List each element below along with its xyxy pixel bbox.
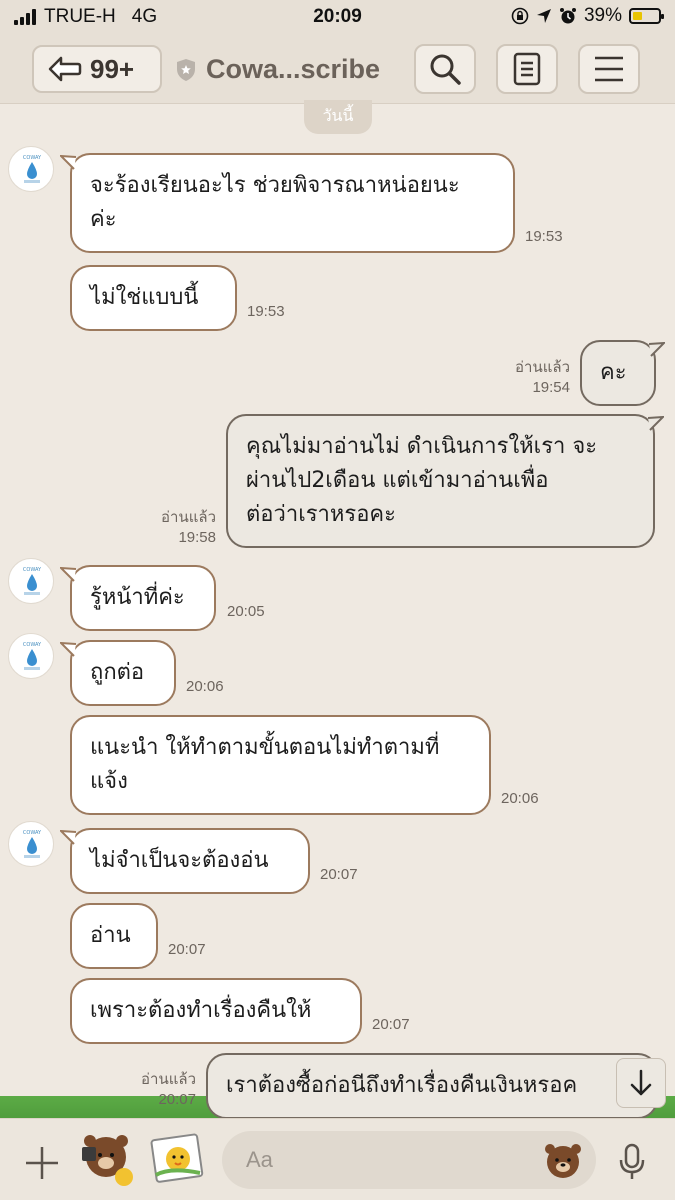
status-right: 39%	[511, 5, 664, 27]
avatar[interactable]: COWAY	[8, 821, 54, 867]
scroll-to-bottom-button[interactable]	[616, 1058, 666, 1108]
message-bubble[interactable]: ไม่ใช่แบบนี้	[70, 265, 237, 331]
battery-percent: 39%	[583, 5, 622, 26]
bubble-tail	[60, 567, 76, 582]
plus-icon[interactable]	[24, 1145, 60, 1181]
message-line: แจ้ง	[90, 769, 128, 794]
notes-button[interactable]	[496, 44, 558, 94]
status-bar: TRUE-H 4G 20:09 39%	[0, 0, 675, 34]
message-line: เราต้องซื้อก่อนีถึงทำเรื่องคืนเงินหรอค	[226, 1073, 578, 1098]
message-line: ถูกต่อ	[90, 660, 145, 685]
battery-icon	[629, 8, 664, 24]
battery-fill	[633, 12, 643, 20]
avatar[interactable]: COWAY	[8, 558, 54, 604]
message-line: ผ่านไป2เดือน แต่เข้ามาอ่านเพื่อ	[246, 468, 549, 493]
message-line: ค่ะ	[90, 207, 117, 232]
message-line: เพราะต้องทำเรื่องคืนให้	[90, 998, 312, 1023]
chat-title: Cowa...scribe	[206, 54, 381, 84]
message-time: 20:07	[158, 1091, 196, 1108]
date-separator: วันนี้	[304, 100, 372, 134]
message-bubble[interactable]: รู้หน้าที่ค่ะ	[70, 565, 216, 631]
message-line: ไม่จำเป็นจะต้องอ่น	[90, 848, 269, 873]
read-receipt: อ่านแล้ว 19:54	[500, 358, 570, 398]
menu-button[interactable]	[578, 44, 640, 94]
message-bubble[interactable]: คะ	[580, 340, 656, 406]
arrow-down-icon	[630, 1069, 652, 1096]
message-bubble[interactable]: คุณไม่มาอ่านไม่ ดำเนินการให้เรา จะ ผ่านไ…	[226, 414, 655, 548]
read-receipt: อ่านแล้ว 20:07	[122, 1070, 196, 1110]
chat-header: 99+ Cowa...scribe	[0, 34, 675, 104]
message-line: ต่อว่าเราหรอคะ	[246, 502, 396, 527]
search-button[interactable]	[414, 44, 476, 94]
lock-rotation-icon	[511, 7, 529, 25]
message-input[interactable]: Aa	[222, 1131, 596, 1189]
message-bubble[interactable]: ไม่จำเป็นจะต้องอ่น	[70, 828, 310, 894]
chat-title-wrap[interactable]: Cowa...scribe	[176, 54, 380, 85]
message-line: คุณไม่มาอ่านไม่ ดำเนินการให้เรา จะ	[246, 434, 598, 459]
shield-icon	[177, 58, 195, 81]
microphone-icon[interactable]	[618, 1143, 646, 1181]
read-label: อ่านแล้ว	[515, 359, 570, 376]
svg-text:COWAY: COWAY	[23, 642, 42, 648]
message-time: 19:53	[247, 303, 285, 320]
message-bubble[interactable]: เพราะต้องทำเรื่องคืนให้	[70, 978, 362, 1044]
message-line: คะ	[600, 360, 627, 385]
notes-icon	[513, 52, 541, 86]
message-bubble[interactable]: จะร้องเรียนอะไร ช่วยพิจารณาหน่อยนะ ค่ะ	[70, 153, 515, 253]
alarm-icon	[559, 8, 576, 24]
message-bubble[interactable]: ถูกต่อ	[70, 640, 176, 706]
message-line: จะร้องเรียนอะไร ช่วยพิจารณาหน่อยนะ	[90, 173, 460, 198]
bubble-tail	[60, 642, 76, 657]
read-label: อ่านแล้ว	[161, 509, 216, 526]
avatar[interactable]: COWAY	[8, 633, 54, 679]
brand-logo-icon: COWAY	[23, 155, 42, 183]
search-icon	[430, 54, 461, 85]
back-button[interactable]: 99+	[32, 45, 162, 93]
message-time: 20:07	[372, 1016, 410, 1033]
brand-logo-icon: COWAY	[23, 642, 42, 670]
message-time: 20:07	[168, 941, 206, 958]
message-line: ไม่ใช่แบบนี้	[90, 285, 199, 310]
message-time: 20:05	[227, 603, 265, 620]
message-line: แนะนำ ให้ทำตามขั้นตอนไม่ทำตามที่	[90, 735, 440, 760]
input-bar: Aa	[0, 1118, 675, 1200]
message-time: 19:54	[532, 379, 570, 396]
emoji-bear-icon[interactable]	[543, 1140, 583, 1180]
message-line: อ่าน	[90, 923, 131, 948]
read-label: อ่านแล้ว	[141, 1071, 196, 1088]
message-time: 19:53	[525, 228, 563, 245]
brand-logo-icon: COWAY	[23, 830, 42, 858]
bubble-tail	[648, 416, 664, 431]
message-time: 19:58	[178, 529, 216, 546]
menu-icon	[595, 56, 623, 82]
sticker-icon[interactable]	[80, 1131, 136, 1187]
message-bubble[interactable]: อ่าน	[70, 903, 158, 969]
photo-sticker-icon[interactable]	[150, 1131, 206, 1187]
message-time: 20:06	[186, 678, 224, 695]
avatar[interactable]: COWAY	[8, 146, 54, 192]
message-line: รู้หน้าที่ค่ะ	[90, 585, 185, 610]
svg-text:COWAY: COWAY	[23, 155, 42, 161]
location-icon	[536, 9, 551, 23]
bubble-tail	[60, 830, 76, 845]
brand-logo-icon: COWAY	[23, 567, 42, 595]
read-receipt: อ่านแล้ว 19:58	[140, 508, 216, 548]
message-time: 20:07	[320, 866, 358, 883]
message-bubble[interactable]: เราต้องซื้อก่อนีถึงทำเรื่องคืนเงินหรอค	[206, 1053, 658, 1119]
svg-text:COWAY: COWAY	[23, 567, 42, 573]
message-time: 20:06	[501, 790, 539, 807]
svg-text:COWAY: COWAY	[23, 830, 42, 836]
back-arrow-icon	[48, 56, 82, 82]
unread-badge: 99+	[90, 53, 135, 84]
message-bubble[interactable]: แนะนำ ให้ทำตามขั้นตอนไม่ทำตามที่ แจ้ง	[70, 715, 491, 815]
bubble-tail	[649, 342, 665, 357]
bubble-tail	[60, 155, 76, 170]
